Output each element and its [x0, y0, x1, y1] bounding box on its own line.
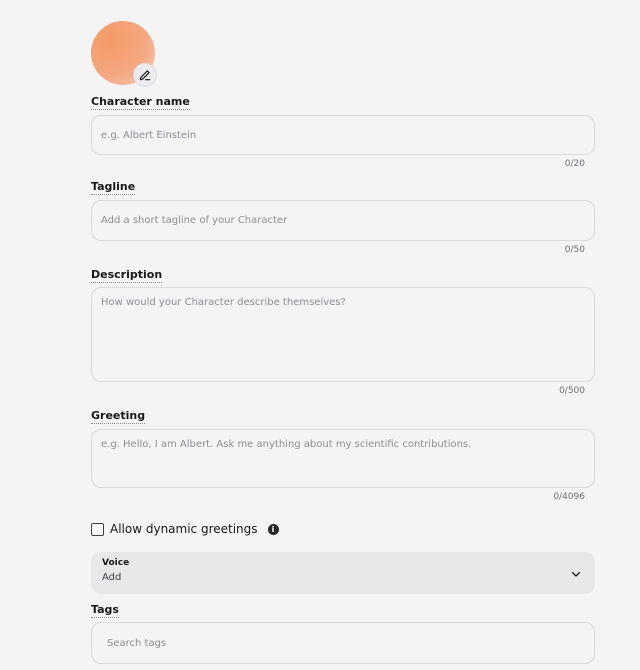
tagline-label: Tagline: [91, 180, 136, 195]
voice-value: Add: [102, 572, 122, 583]
dynamic-greetings-row: Allow dynamic greetings i: [91, 522, 279, 536]
character-name-counter: 0/20: [564, 159, 585, 169]
info-icon[interactable]: i: [267, 523, 279, 535]
tags-label: Tags: [91, 603, 119, 618]
pencil-icon: [139, 70, 151, 81]
dynamic-greetings-checkbox[interactable]: [91, 522, 104, 536]
avatar-edit-button[interactable]: [133, 63, 157, 87]
dynamic-greetings-label[interactable]: Allow dynamic greetings: [110, 522, 258, 536]
tagline-counter: 0/50: [564, 245, 585, 255]
tags-search-input[interactable]: [91, 622, 595, 664]
description-textarea[interactable]: [91, 287, 595, 382]
greeting-textarea[interactable]: [91, 429, 595, 488]
greeting-label: Greeting: [91, 409, 146, 424]
description-counter: 0/500: [559, 386, 585, 396]
chevron-down-icon: [571, 571, 581, 577]
description-label: Description: [91, 268, 163, 283]
greeting-counter: 0/4096: [553, 492, 585, 502]
voice-select[interactable]: Voice Add: [91, 552, 595, 594]
tagline-input[interactable]: [91, 200, 595, 241]
voice-title: Voice: [102, 558, 130, 568]
character-name-label: Character name: [91, 95, 190, 110]
character-name-input[interactable]: [91, 115, 595, 155]
